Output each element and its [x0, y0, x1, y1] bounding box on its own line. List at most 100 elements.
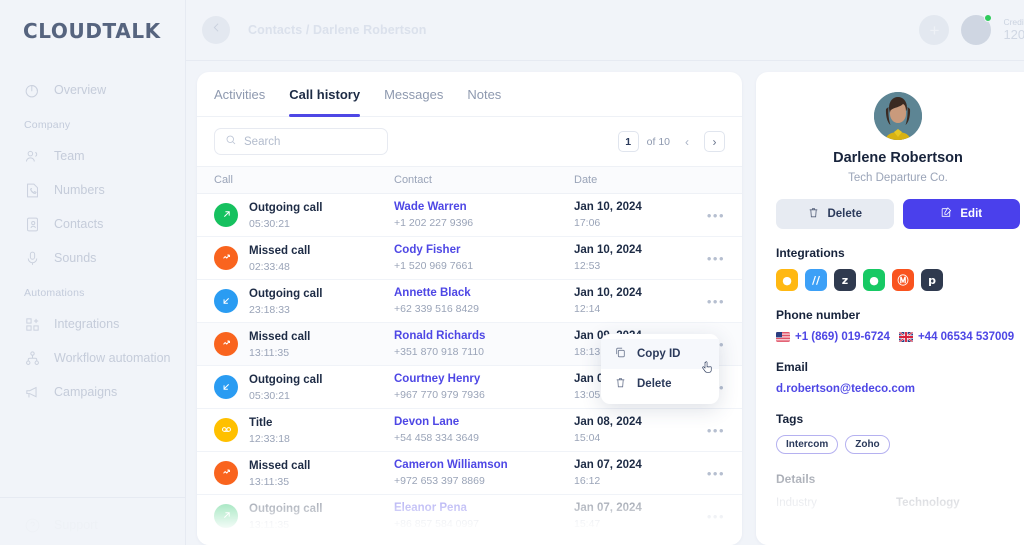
- sidebar-item-contacts[interactable]: Contacts: [0, 207, 185, 241]
- row-menu-button[interactable]: •••: [689, 251, 725, 266]
- integration-pipedrive-icon[interactable]: p: [921, 269, 943, 291]
- back-button[interactable]: [202, 16, 230, 44]
- trash-icon: [807, 206, 820, 222]
- contact-phone: +62 339 516 8429: [394, 302, 479, 315]
- edit-contact-button[interactable]: Edit: [902, 199, 1020, 229]
- delete-contact-button[interactable]: Delete: [776, 199, 894, 229]
- table-header: Call Contact Date: [197, 166, 742, 194]
- search-icon: [225, 133, 237, 151]
- phone-number-value: +1 (869) 019-6724: [795, 331, 890, 343]
- contact-name-link[interactable]: Wade Warren: [394, 199, 574, 216]
- column-header-contact: Contact: [394, 174, 432, 186]
- credit-block: Credit 120 €: [1003, 17, 1024, 44]
- integration-magento-icon[interactable]: Ⓜ: [892, 269, 914, 291]
- tab-notes[interactable]: Notes: [467, 72, 501, 117]
- sidebar-item-overview[interactable]: Overview: [0, 73, 185, 107]
- sidebar-item-team[interactable]: Team: [0, 139, 185, 173]
- call-duration: 13:11:35: [249, 346, 290, 359]
- sidebar-nav: Overview Company Team Numbers Contacts S…: [0, 73, 185, 409]
- pie-chart-icon: [24, 82, 41, 99]
- tab-call-history[interactable]: Call history: [289, 72, 360, 117]
- sidebar-item-numbers[interactable]: Numbers: [0, 173, 185, 207]
- phone-number-item[interactable]: +1 (869) 019-6724: [776, 331, 890, 343]
- tags-title: Tags: [776, 412, 804, 426]
- plus-icon: +: [929, 20, 940, 40]
- sidebar-item-label: Support: [54, 518, 98, 532]
- row-menu-button[interactable]: •••: [689, 423, 725, 438]
- call-incoming-icon: [214, 374, 238, 399]
- uk-flag-icon: [898, 332, 913, 342]
- sidebar-item-label: Contacts: [54, 217, 104, 231]
- details-title: Details: [776, 472, 816, 486]
- contact-name-link[interactable]: Ronald Richards: [394, 328, 574, 345]
- main-area: Contacts / Darlene Robertson + Credit 12…: [186, 0, 1024, 545]
- grid-plus-icon: [24, 316, 41, 333]
- call-type: Outgoing call: [249, 503, 323, 516]
- tag-item[interactable]: Zoho: [845, 435, 890, 454]
- sidebar-item-support[interactable]: Support: [0, 508, 185, 542]
- search-input[interactable]: [244, 135, 377, 148]
- table-row[interactable]: Outgoing call 23:18:33 Annette Black +62 33…: [197, 280, 742, 323]
- edit-label: Edit: [960, 208, 983, 220]
- call-date: Jan 10, 2024: [574, 287, 642, 300]
- contact-phone: +1 520 969 7661: [394, 259, 474, 272]
- phone-number-list: +1 (869) 019-6724 +44 06534 537009: [776, 331, 1020, 343]
- call-date: Jan 07, 2024: [574, 502, 642, 515]
- sidebar-item-workflow-automation[interactable]: Workflow automation: [0, 341, 185, 375]
- contact-company: Tech Departure Co.: [848, 172, 948, 184]
- sidebar-item-campaigns[interactable]: Campaigns: [0, 375, 185, 409]
- call-date: Jan 08, 2024: [574, 416, 642, 429]
- call-time: 17:06: [574, 216, 601, 229]
- sidebar-item-sounds[interactable]: Sounds: [0, 241, 185, 275]
- integration-intercom-icon[interactable]: ●: [776, 269, 798, 291]
- contact-avatar: [874, 92, 922, 140]
- table-toolbar: 1 of 10 ‹ ›: [197, 117, 742, 166]
- call-type: Title: [249, 417, 273, 430]
- row-menu-button[interactable]: •••: [689, 466, 725, 481]
- contact-actions: Delete Edit: [776, 199, 1020, 229]
- contact-name-link[interactable]: Eleanor Pena: [394, 500, 574, 517]
- tag-item[interactable]: Intercom: [776, 435, 839, 454]
- integration-zendesk-icon[interactable]: z: [834, 269, 856, 291]
- contact-name-link[interactable]: Courtney Henry: [394, 371, 574, 388]
- call-duration: 23:18:33: [249, 303, 290, 316]
- tag-list: Intercom Zoho: [776, 435, 1020, 454]
- contact-name-link[interactable]: Annette Black: [394, 285, 574, 302]
- call-type: Outgoing call: [249, 288, 323, 301]
- add-button[interactable]: +: [919, 15, 950, 45]
- help-circle-icon: [24, 517, 41, 534]
- row-menu-button[interactable]: •••: [689, 509, 725, 524]
- table-row[interactable]: Missed call 13:11:35 Cameron Williamson +97…: [197, 452, 742, 495]
- context-menu-label: Copy ID: [637, 348, 681, 360]
- email-value[interactable]: d.robertson@tedeco.com: [776, 383, 1020, 395]
- integration-slashes-icon[interactable]: //: [805, 269, 827, 291]
- user-avatar[interactable]: [961, 14, 993, 45]
- call-time: 12:53: [574, 259, 601, 272]
- table-row[interactable]: Missed call 02:33:48 Cody Fisher +1 520 969…: [197, 237, 742, 280]
- sidebar-section-company: Company: [24, 119, 71, 131]
- contact-name-link[interactable]: Cody Fisher: [394, 242, 574, 259]
- row-menu-button[interactable]: •••: [689, 208, 725, 223]
- table-row[interactable]: Title 12:33:18 Devon Lane +54 458 334 3649 J…: [197, 409, 742, 452]
- table-row[interactable]: Outgoing call 13:11:35 Eleanor Pena +86 857…: [197, 495, 742, 538]
- prev-page-button[interactable]: ‹: [678, 133, 696, 151]
- microphone-icon: [24, 250, 41, 267]
- contact-name-link[interactable]: Cameron Williamson: [394, 457, 574, 474]
- row-menu-button[interactable]: •••: [689, 294, 725, 309]
- integration-helpdesk-icon[interactable]: ●: [863, 269, 885, 291]
- search-box[interactable]: [214, 128, 388, 155]
- tab-activities[interactable]: Activities: [214, 72, 265, 117]
- tab-messages[interactable]: Messages: [384, 72, 443, 117]
- page-number-input[interactable]: 1: [617, 131, 639, 152]
- phone-number-item[interactable]: +44 06534 537009: [898, 331, 1014, 343]
- context-menu-item-copy-id[interactable]: Copy ID: [601, 339, 719, 373]
- sidebar: CLOUDTALK Overview Company Team Numbers: [0, 0, 186, 545]
- mouse-cursor-icon: [702, 361, 712, 373]
- megaphone-icon: [24, 384, 41, 401]
- sidebar-item-integrations[interactable]: Integrations: [0, 307, 185, 341]
- next-page-button[interactable]: ›: [704, 131, 725, 152]
- contact-name-link[interactable]: Devon Lane: [394, 414, 574, 431]
- call-date: Jan 10, 2024: [574, 201, 642, 214]
- table-row[interactable]: Outgoing call 05:30:21 Wade Warren +1 202 2…: [197, 194, 742, 237]
- contact-phone: +972 653 397 8869: [394, 474, 485, 487]
